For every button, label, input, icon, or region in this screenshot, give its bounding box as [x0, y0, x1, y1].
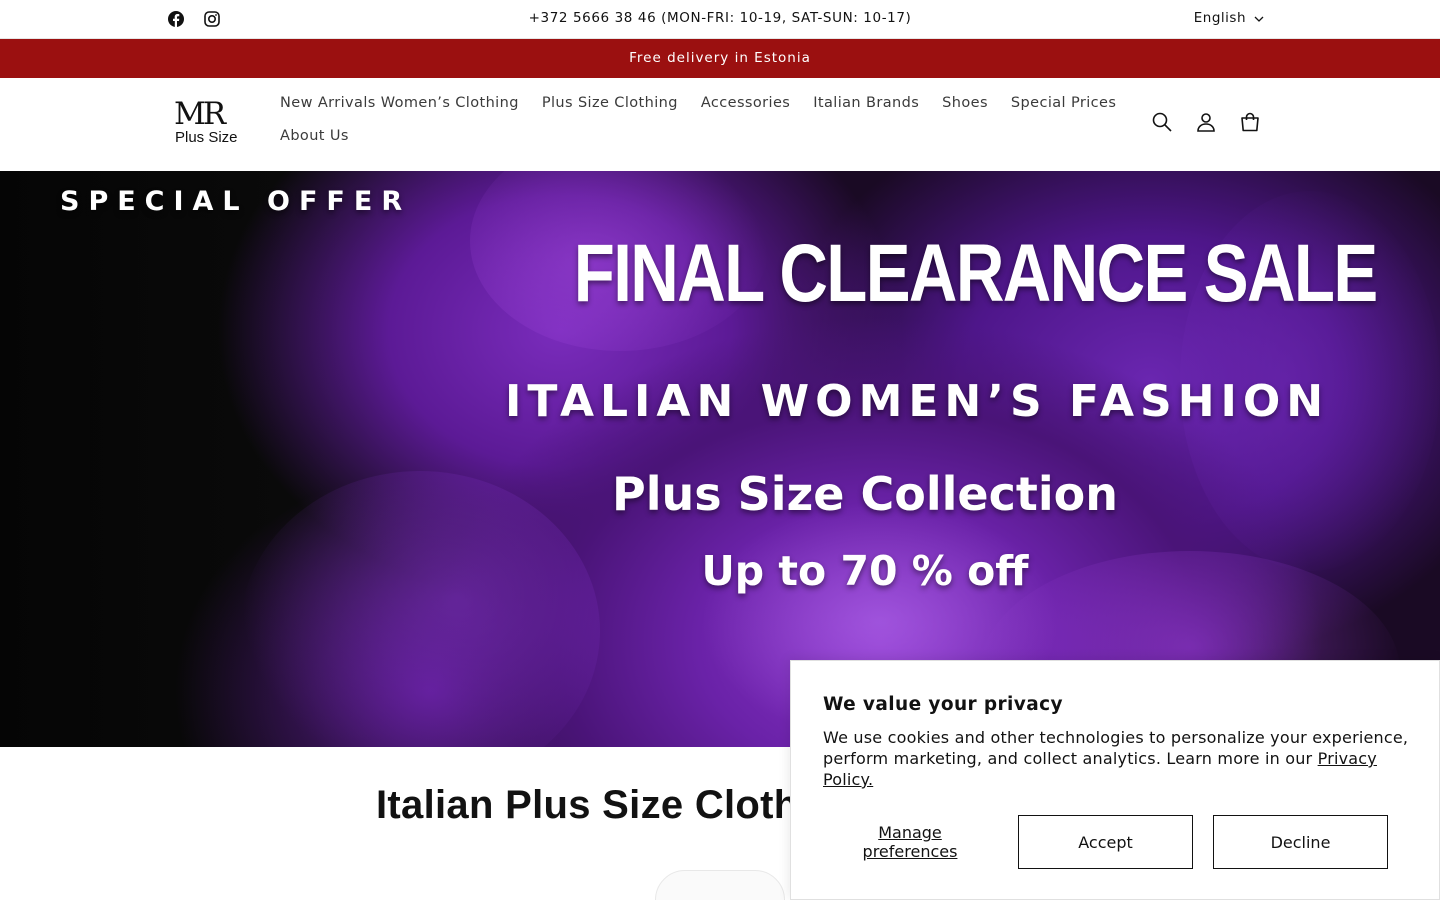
nav-item-shoes[interactable]: Shoes — [942, 95, 988, 111]
logo-mark: MR — [174, 96, 226, 132]
nav-item-new-arrivals[interactable]: New Arrivals Women’s Clothing — [280, 95, 519, 111]
rose-petal — [240, 471, 600, 747]
decline-button[interactable]: Decline — [1213, 815, 1388, 869]
hero-discount: Up to 70 % off — [701, 547, 1029, 595]
nav-item-italian-brands[interactable]: Italian Brands — [813, 95, 919, 111]
site-header: MR Plus Size New Arrivals Women’s Clothi… — [0, 78, 1440, 171]
account-icon[interactable] — [1194, 110, 1218, 134]
cookie-body: We use cookies and other technologies to… — [823, 727, 1413, 790]
language-selector[interactable]: English — [1194, 10, 1264, 26]
hero-eyebrow: SPECIAL OFFER — [60, 186, 412, 217]
logo-subtitle: Plus Size — [175, 129, 238, 146]
hero-headline: FINAL CLEARANCE SALE — [573, 228, 1378, 319]
nav-item-special-prices[interactable]: Special Prices — [1011, 95, 1116, 111]
hero-subheadline: ITALIAN WOMEN’S FASHION — [505, 376, 1330, 427]
section-title: Italian Plus Size Clothi — [376, 783, 810, 827]
nav-item-accessories[interactable]: Accessories — [701, 95, 790, 111]
cookie-banner: We value your privacy We use cookies and… — [790, 660, 1440, 900]
announcement-bar: Free delivery in Estonia — [0, 39, 1440, 78]
nav-row: About Us — [280, 128, 1120, 162]
nav-row: New Arrivals Women’s Clothing Plus Size … — [280, 78, 1120, 128]
nav-item-plus-size-clothing[interactable]: Plus Size Clothing — [542, 95, 678, 111]
nav-item-about-us[interactable]: About Us — [280, 128, 349, 144]
hero-collection: Plus Size Collection — [612, 467, 1118, 521]
brand-logo[interactable]: MR Plus Size — [174, 98, 238, 150]
language-label: English — [1193, 10, 1246, 26]
utility-bar: +372 5666 38 46 (MON-FRI: 10-19, SAT-SUN… — [0, 0, 1440, 39]
search-icon[interactable] — [1150, 110, 1174, 134]
manage-preferences-link[interactable]: Manage preferences — [837, 823, 983, 861]
main-nav: New Arrivals Women’s Clothing Plus Size … — [280, 78, 1120, 162]
cart-icon[interactable] — [1238, 110, 1262, 134]
cookie-title: We value your privacy — [823, 694, 1063, 715]
chevron-down-icon — [1254, 10, 1264, 26]
product-thumbnail — [655, 870, 785, 900]
header-actions — [1150, 110, 1262, 134]
accept-button[interactable]: Accept — [1018, 815, 1193, 869]
